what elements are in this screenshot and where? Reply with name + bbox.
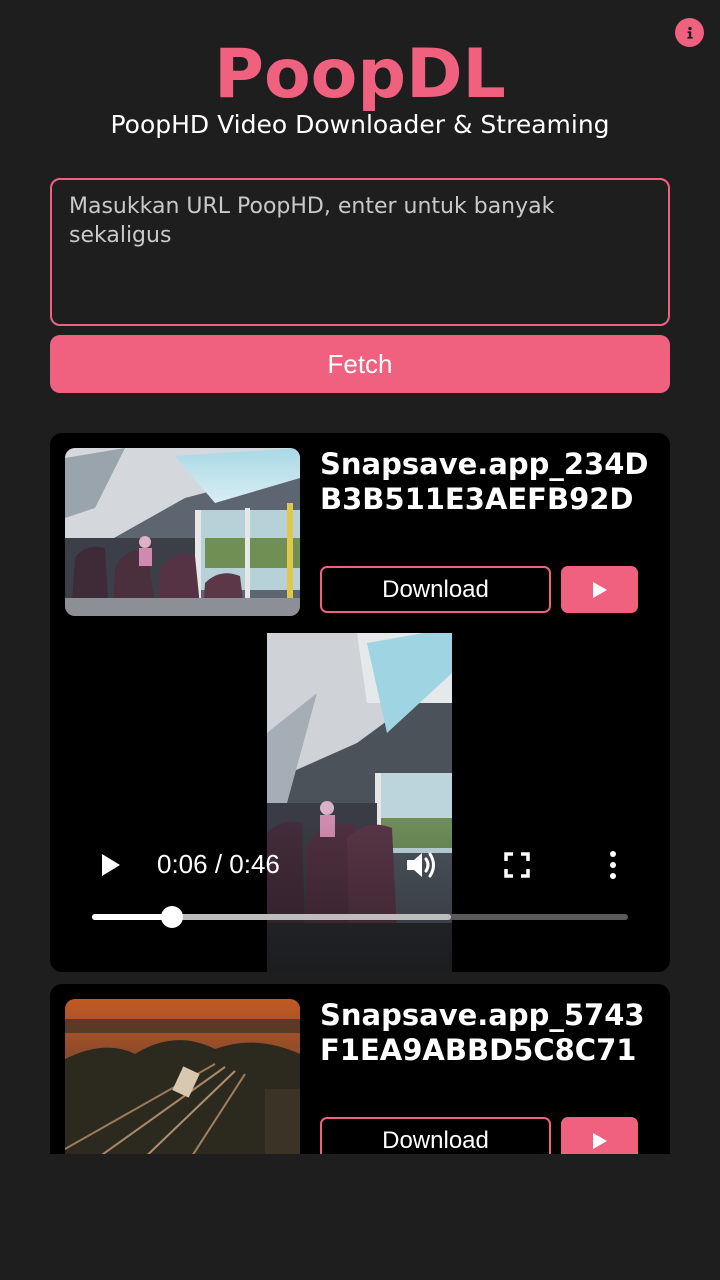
more-vert-icon [610,851,616,879]
app-subtitle: PoopHD Video Downloader & Streaming [110,110,610,139]
video-thumbnail[interactable] [65,999,300,1154]
player-play-button[interactable] [100,852,122,882]
video-card: Snapsave.app_234DB3B511E3AEFB92D Downloa… [50,433,670,972]
playback-time: 0:06 / 0:46 [157,849,280,879]
seek-bar[interactable] [92,906,628,928]
video-player[interactable]: 0:06 / 0:46 [50,633,670,972]
play-button[interactable] [561,1117,638,1154]
download-button[interactable]: Download [320,566,551,613]
controls-overlay [50,823,670,972]
play-icon [592,1132,607,1149]
video-title: Snapsave.app_5743F1EA9ABBD5C8C71 [320,998,645,1067]
fetch-button[interactable]: Fetch [50,335,670,393]
video-thumbnail[interactable] [65,448,300,616]
url-input[interactable] [50,178,670,326]
fullscreen-icon [504,852,530,878]
more-options-button[interactable] [606,850,620,884]
play-icon [592,581,607,598]
play-icon [102,854,120,876]
volume-icon [407,852,435,878]
video-card: Snapsave.app_5743F1EA9ABBD5C8C71 Downloa… [50,984,670,1154]
download-button[interactable]: Download [320,1117,551,1154]
fullscreen-button[interactable] [504,852,530,882]
play-button[interactable] [561,566,638,613]
mute-button[interactable] [405,850,439,884]
app-title: PoopDL [214,35,506,114]
seek-bar-played [92,914,173,920]
video-title: Snapsave.app_234DB3B511E3AEFB92D [320,447,649,516]
